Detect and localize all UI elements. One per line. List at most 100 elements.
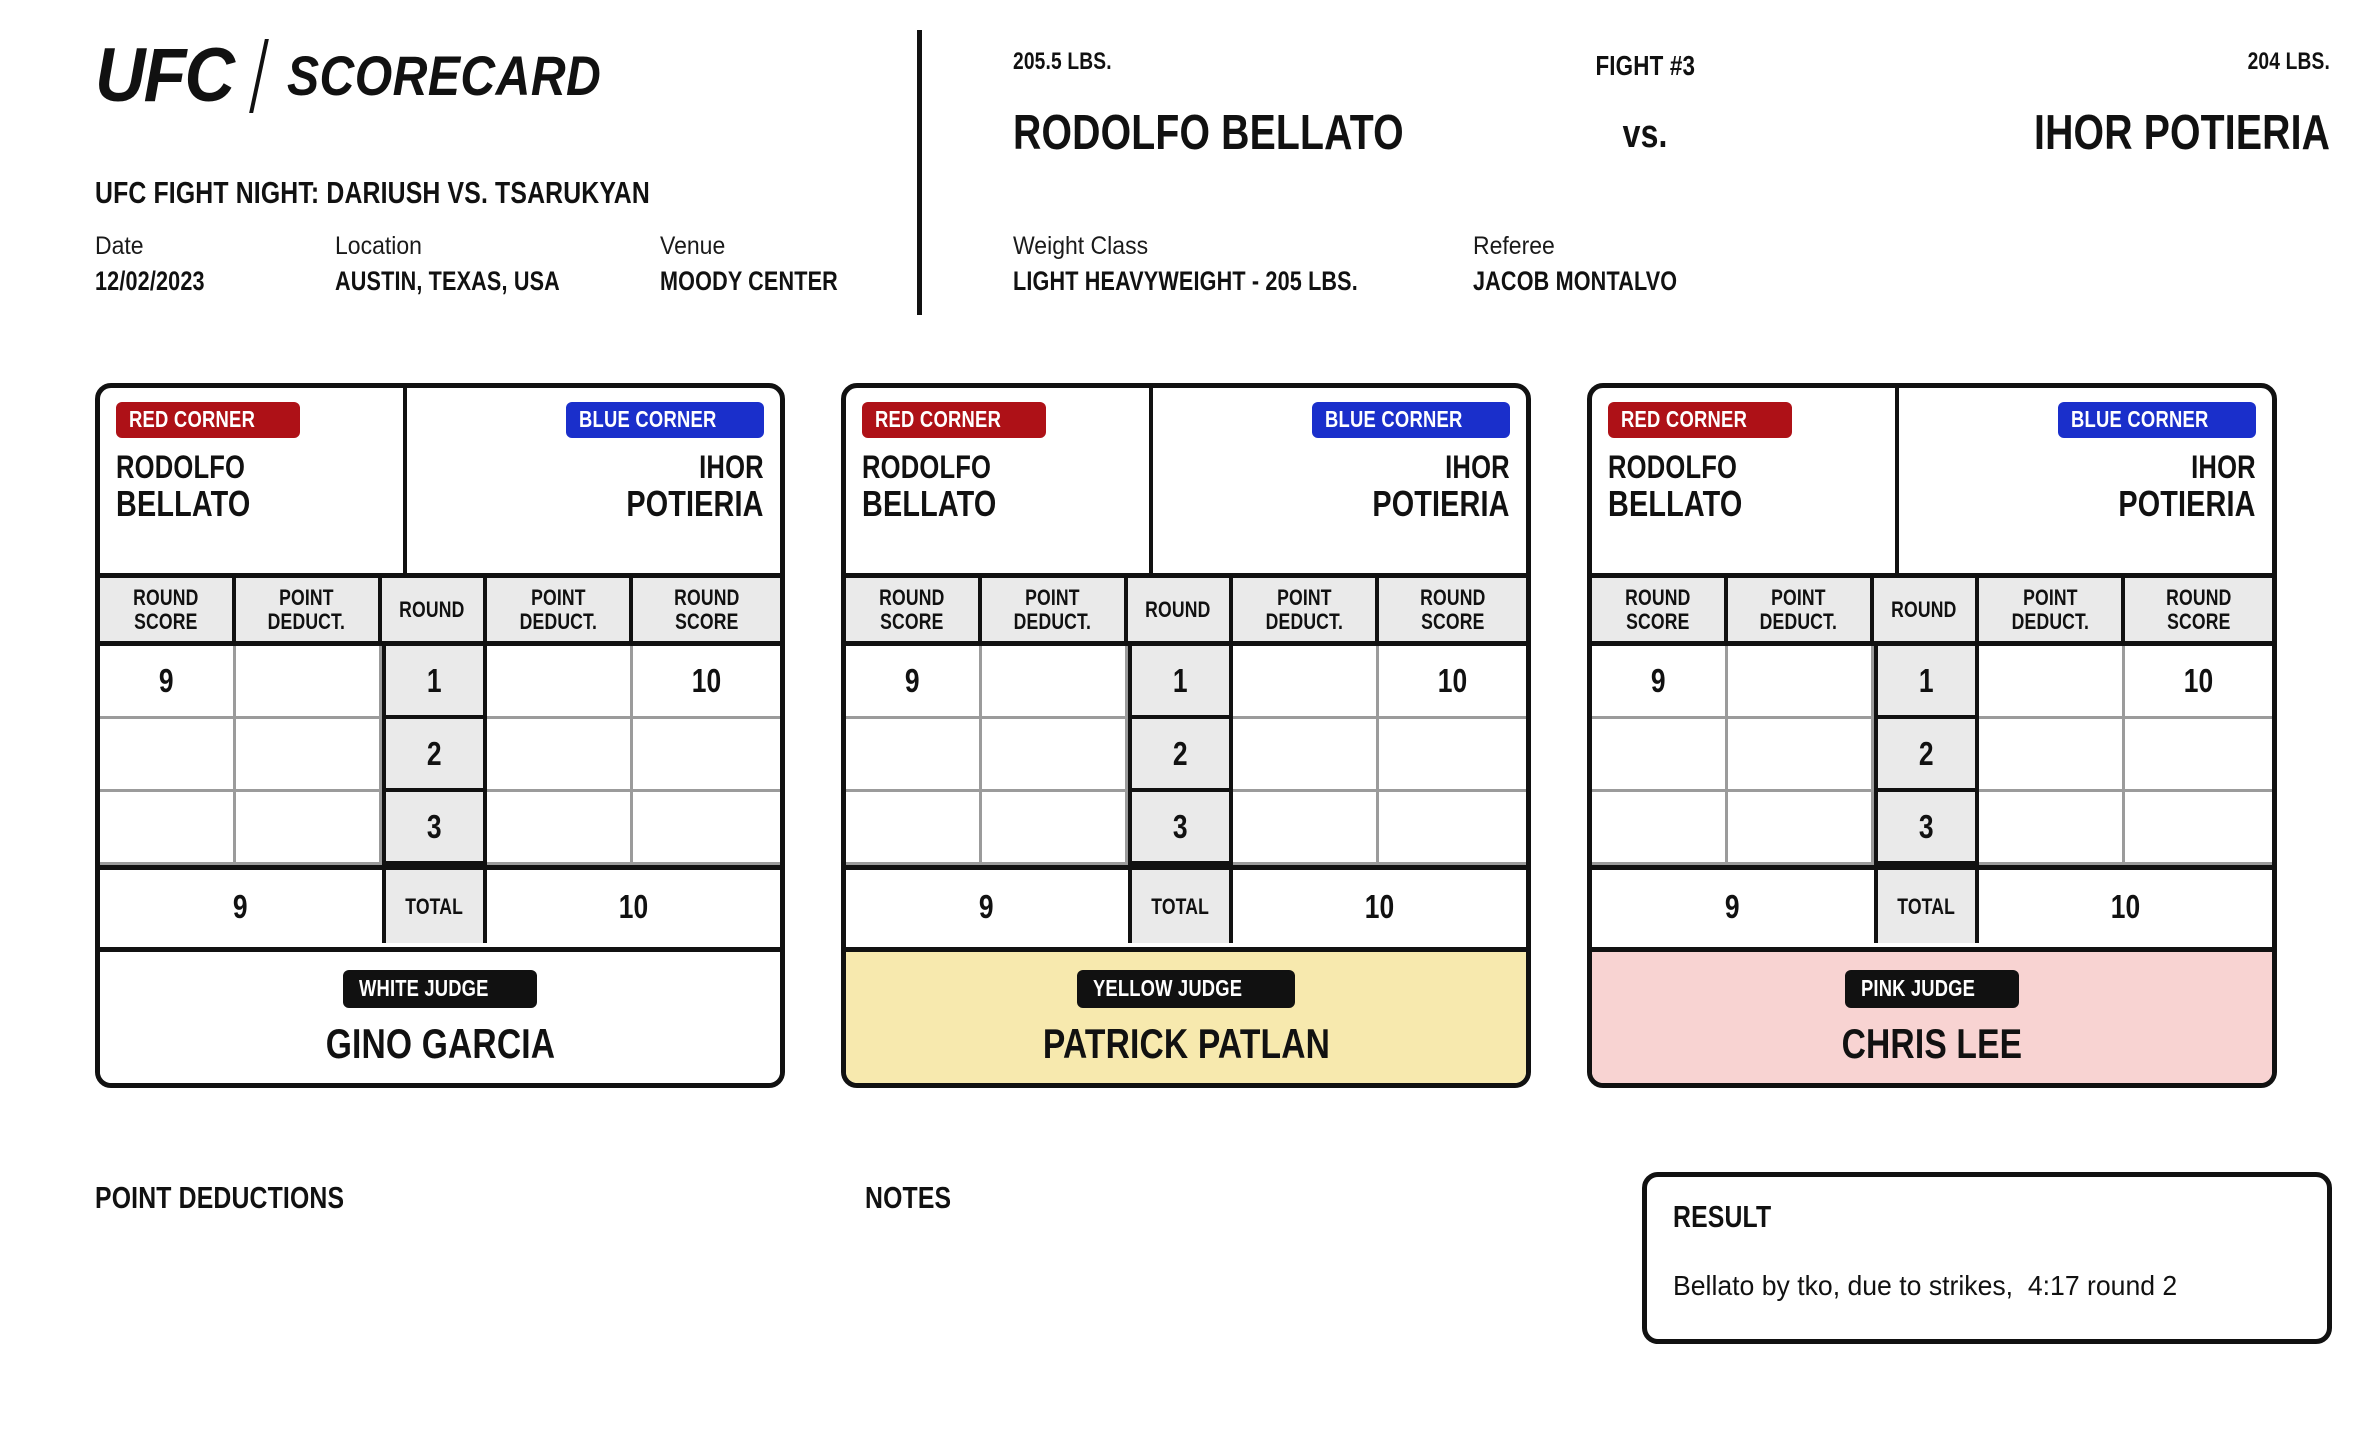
red-corner-badge-label: RED CORNER (129, 406, 256, 432)
cell-red-round-score[interactable]: 9 (1592, 646, 1728, 719)
col-header-round: ROUND (381, 578, 487, 646)
blue-firstname-text: IHOR (2191, 449, 2256, 485)
cell-red-point-deduct[interactable] (1728, 646, 1874, 719)
hdr-rs-l1: ROUND (133, 584, 199, 610)
referee-label: Referee (1473, 232, 1555, 260)
cell-red-round-score[interactable]: 9 (100, 646, 236, 719)
fight-number: FIGHT #3 (960, 50, 2330, 82)
cell-red-round-score[interactable] (100, 792, 236, 865)
cell-red-point-deduct[interactable] (982, 719, 1128, 792)
total-row: 9 TOTAL 10 (846, 870, 1526, 943)
hdr-rs-l1: ROUND (1625, 584, 1691, 610)
score-table-header-row: ROUND SCORE POINT DEDUCT. ROUND POINT DEDUCT. R… (1592, 578, 2272, 646)
judge-color-badge: YELLOW JUDGE (1076, 970, 1296, 1008)
red-total-value: 9 (979, 887, 995, 925)
cell-round-number: 3 (381, 792, 487, 865)
cell-blue-point-deduct[interactable] (486, 719, 634, 792)
score-table-header-row: ROUND SCORE POINT DEDUCT. ROUND POINT DEDUCT. R… (846, 578, 1526, 646)
col-header-blue-point-deduct: POINT DEDUCT. (1978, 578, 2126, 646)
cell-blue-round-score[interactable] (1379, 719, 1526, 792)
blue-round-score-value: 10 (2183, 662, 2214, 699)
cell-blue-point-deduct[interactable] (1978, 792, 2126, 865)
round-number-value: 1 (1918, 661, 1934, 699)
cell-blue-point-deduct[interactable] (1232, 646, 1380, 719)
cell-blue-round-score[interactable] (1379, 792, 1526, 865)
blue-weight-text: 204 LBS. (2247, 48, 2330, 75)
event-title-text: UFC FIGHT NIGHT: DARIUSH VS. TSARUKYAN (95, 175, 650, 210)
cell-blue-point-deduct[interactable] (486, 792, 634, 865)
red-corner-badge: RED CORNER (116, 402, 300, 438)
cell-blue-round-score[interactable]: 10 (1379, 646, 1526, 719)
red-round-score-value: 9 (905, 662, 920, 699)
cell-red-round-score[interactable] (846, 719, 982, 792)
cell-red-point-deduct[interactable] (236, 792, 382, 865)
logo-slash-divider (249, 39, 270, 113)
cell-red-point-deduct[interactable] (236, 719, 382, 792)
score-table: ROUND SCORE POINT DEDUCT. ROUND POINT DEDUCT. R… (1592, 578, 2272, 947)
red-fighter-lastname: BELLATO (1608, 485, 1776, 523)
cell-blue-point-deduct[interactable] (1978, 719, 2126, 792)
cell-red-point-deduct[interactable] (982, 646, 1128, 719)
cell-red-point-deduct[interactable] (982, 792, 1128, 865)
red-corner-block: RED CORNER RODOLFO BELLATO (100, 388, 408, 573)
total-row: 9 TOTAL 10 (1592, 870, 2272, 943)
blue-fighter-name: IHOR POTIERIA (1960, 105, 2330, 161)
cell-red-total: 9 (1592, 870, 1874, 943)
hdr-rs2-l2: SCORE (1420, 608, 1485, 634)
cell-blue-round-score[interactable] (2125, 792, 2272, 865)
red-fighter-lastname: BELLATO (116, 482, 284, 524)
cell-blue-round-score[interactable] (2125, 719, 2272, 792)
col-header-round: ROUND (1873, 578, 1979, 646)
weight-class-block: Weight Class LIGHT HEAVYWEIGHT - 205 LBS… (1013, 232, 1473, 297)
cell-blue-round-score[interactable] (633, 792, 780, 865)
cell-red-round-score[interactable] (1592, 719, 1728, 792)
blue-corner-block: BLUE CORNER IHOR POTIERIA (407, 388, 780, 573)
hdr-pd-l1: POINT (279, 584, 335, 610)
date-value-text: 12/02/2023 (95, 265, 205, 296)
cell-blue-point-deduct[interactable] (1978, 646, 2126, 719)
blue-corner-badge-label: BLUE CORNER (579, 406, 717, 432)
result-heading-text: RESULT (1673, 1199, 1772, 1234)
round-number-value: 3 (1918, 807, 1934, 845)
cell-red-point-deduct[interactable] (1728, 792, 1874, 865)
cell-blue-point-deduct[interactable] (1232, 719, 1380, 792)
cell-red-round-score[interactable] (846, 792, 982, 865)
cell-blue-round-score[interactable]: 10 (633, 646, 780, 719)
red-fighter-firstname: RODOLFO (116, 451, 277, 484)
cell-red-round-score[interactable] (100, 719, 236, 792)
card-corner-names: RED CORNER RODOLFO BELLATO BLUE CORNER IHOR P… (100, 388, 780, 578)
blue-corner-block: BLUE CORNER IHOR POTIERIA (1153, 388, 1526, 573)
cell-round-number: 3 (1873, 792, 1979, 865)
page-header: UFC SCORECARD UFC FIGHT NIGHT: DARIUSH V… (0, 0, 2372, 330)
cell-red-point-deduct[interactable] (1728, 719, 1874, 792)
cell-round-number: 2 (1127, 719, 1233, 792)
red-lastname-text: BELLATO (116, 482, 251, 524)
col-header-red-point-deduct: POINT DEDUCT. (236, 578, 382, 646)
red-firstname-text: RODOLFO (1608, 449, 1738, 485)
blue-firstname-text: IHOR (1445, 449, 1510, 485)
location-label: Location (335, 232, 422, 260)
red-corner-badge: RED CORNER (1608, 402, 1792, 438)
cell-blue-point-deduct[interactable] (486, 646, 634, 719)
score-table: ROUND SCORE POINT DEDUCT. ROUND POINT DEDUCT. R… (846, 578, 1526, 947)
cell-blue-round-score[interactable] (633, 719, 780, 792)
blue-lastname-text: POTIERIA (1372, 482, 1510, 524)
hdr-rs-l1: ROUND (879, 584, 945, 610)
notes-heading: NOTES (865, 1180, 973, 1216)
red-round-score-value: 9 (1651, 662, 1666, 699)
weight-class-value-text: LIGHT HEAVYWEIGHT - 205 LBS. (1013, 265, 1358, 296)
cell-blue-point-deduct[interactable] (1232, 792, 1380, 865)
cell-red-round-score[interactable]: 9 (846, 646, 982, 719)
red-corner-badge: RED CORNER (862, 402, 1046, 438)
scorecard: RED CORNER RODOLFO BELLATO BLUE CORNER IHOR P… (1587, 383, 2277, 1088)
event-venue-block: Venue MOODY CENTER (660, 232, 960, 297)
cell-blue-total: 10 (486, 870, 780, 943)
cell-red-point-deduct[interactable] (236, 646, 382, 719)
cell-blue-round-score[interactable]: 10 (2125, 646, 2272, 719)
cell-red-round-score[interactable] (1592, 792, 1728, 865)
blue-corner-badge: BLUE CORNER (1312, 402, 1510, 438)
blue-firstname-text: IHOR (699, 449, 764, 485)
event-location-block: Location AUSTIN, TEXAS, USA (335, 232, 660, 297)
hdr-pd2-l2: DEDUCT. (2011, 608, 2089, 634)
hdr-rs2-l1: ROUND (1419, 584, 1486, 610)
